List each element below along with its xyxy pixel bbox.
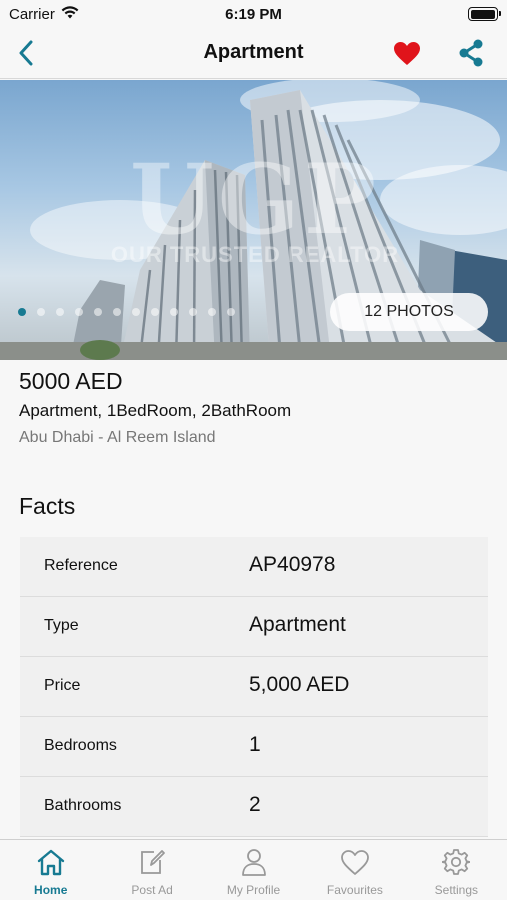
tab-favourites[interactable]: Favourites [304,840,405,900]
fact-value: 2 [249,793,261,816]
tab-home[interactable]: Home [0,840,101,900]
fact-row-reference: Reference AP40978 [20,537,488,597]
gallery-dot[interactable] [170,308,178,316]
fact-value: Apartment [249,613,346,636]
share-button[interactable] [455,37,487,69]
gallery-dot[interactable] [227,308,235,316]
gallery-dot[interactable] [189,308,197,316]
fact-row-price: Price 5,000 AED [20,657,488,717]
gallery-dot[interactable] [75,308,83,316]
post-ad-icon [138,847,166,877]
battery-icon [468,7,501,21]
facts-table: Reference AP40978 Type Apartment Price 5… [20,537,488,837]
gallery-dot[interactable] [56,308,64,316]
photos-count-button[interactable]: 12 PHOTOS [330,293,488,331]
listing-price: 5000 AED [19,368,123,394]
tab-settings[interactable]: Settings [406,840,507,900]
tab-label: Settings [434,883,478,897]
listing-subtitle: Apartment, 1BedRoom, 2BathRoom [19,401,292,420]
fact-label: Bathrooms [44,797,122,814]
gallery-dot[interactable] [208,308,216,316]
tab-label: Favourites [326,883,383,897]
back-button[interactable] [10,37,42,69]
clock-time: 6:19 PM [225,6,282,23]
gallery-dot[interactable] [113,308,121,316]
gear-icon [442,847,471,877]
fact-row-bathrooms: Bathrooms 2 [20,777,488,837]
heart-icon [394,41,420,65]
tab-my-profile[interactable]: My Profile [203,840,304,900]
heart-outline-icon [340,847,370,877]
fact-value: 1 [249,733,261,756]
fact-row-type: Type Apartment [20,597,488,657]
fact-label: Reference [44,557,118,574]
tab-post-ad[interactable]: Post Ad [101,840,202,900]
tab-label: Home [34,883,68,897]
gallery-page-dots[interactable] [18,308,235,316]
facts-heading: Facts [19,493,76,519]
home-icon [36,847,66,877]
fact-value: 5,000 AED [249,673,350,696]
navigation-bar: Apartment [0,28,507,79]
photo-gallery[interactable]: UGP OUR TRUSTED REALTOR 12 PHOTOS [0,80,507,360]
tab-label: Post Ad [131,883,173,897]
gallery-dot[interactable] [151,308,159,316]
tab-label: My Profile [226,883,281,897]
fact-value: AP40978 [249,553,336,576]
gallery-dot[interactable] [37,308,45,316]
back-chevron-icon [19,40,33,66]
fact-label: Price [44,677,81,694]
fact-label: Type [44,617,79,634]
favourite-button[interactable] [391,38,423,68]
tab-bar: Home Post Ad My Profile Favourites Setti… [0,839,507,900]
gallery-dot[interactable] [132,308,140,316]
listing-location: Abu Dhabi - Al Reem Island [19,429,216,446]
share-icon [459,39,483,67]
gallery-dot[interactable] [94,308,102,316]
page-title: Apartment [203,41,304,63]
battery-level-fill [470,9,495,19]
status-bar: Carrier 6:19 PM [0,0,507,28]
fact-label: Bedrooms [44,737,117,754]
property-detail-screen: Carrier 6:19 PM Apartment UGP OUR TRUSTE… [0,0,507,900]
profile-icon [240,847,268,877]
fact-row-bedrooms: Bedrooms 1 [20,717,488,777]
gallery-dot[interactable] [18,308,26,316]
